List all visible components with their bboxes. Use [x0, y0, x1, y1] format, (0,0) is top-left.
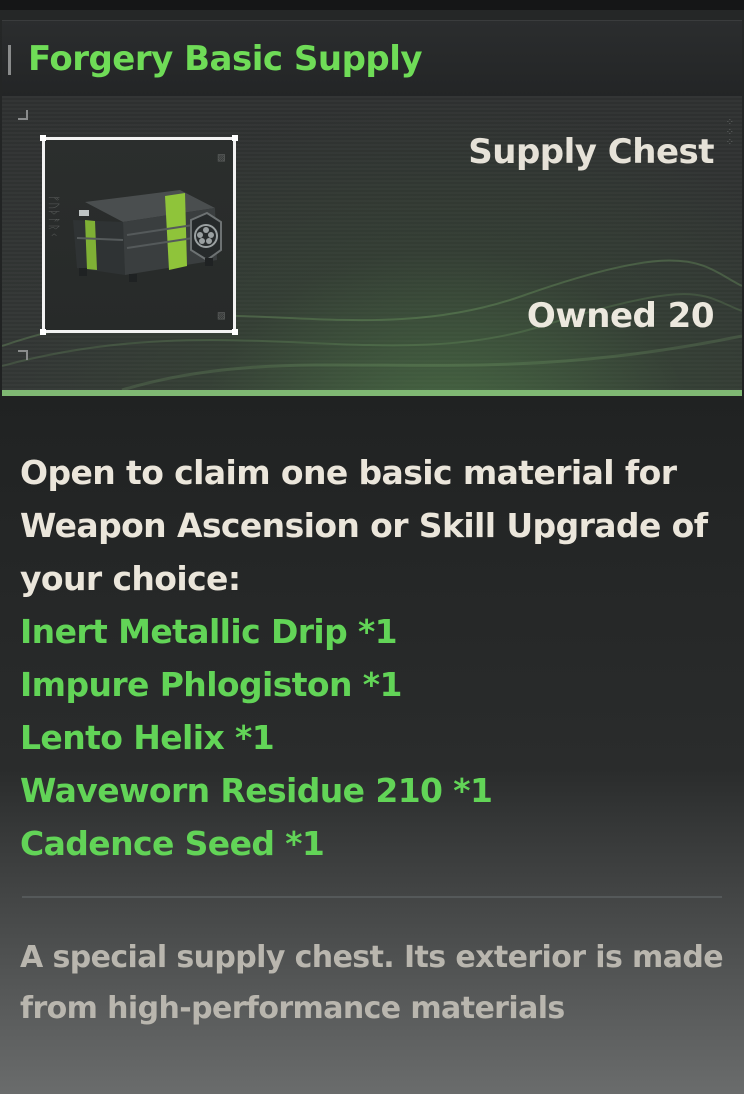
supply-chest-icon: [73, 190, 222, 282]
frame-deco-glyphs: ᚠᚢᚦᚨᚱᚲ: [47, 195, 61, 239]
frame-deco-mark: ▨: [217, 308, 225, 322]
frame-deco-mark: ▨: [217, 150, 225, 164]
title-marker: [8, 45, 11, 75]
material-item: Waveworn Residue 210 *1: [20, 771, 493, 810]
material-item: Inert Metallic Drip *1: [20, 612, 398, 651]
material-list: Inert Metallic Drip *1 Impure Phlogiston…: [20, 605, 720, 870]
decor-dots: ⁘ ⁘ ⁘: [725, 117, 734, 148]
frame-corner: [232, 329, 238, 335]
item-title: Forgery Basic Supply: [28, 39, 423, 79]
item-detail-panel: Forgery Basic Supply ⁘ ⁘ ⁘ ᚠᚢᚦᚨᚱᚲ ▨ ▨ Su…: [0, 0, 744, 1094]
title-bar: Forgery Basic Supply: [2, 20, 742, 97]
material-item: Impure Phlogiston *1: [20, 665, 402, 704]
item-icon-frame: ᚠᚢᚦᚨᚱᚲ ▨ ▨: [40, 135, 238, 335]
item-description: Open to claim one basic material for Wea…: [20, 453, 708, 598]
frame-corner: [40, 135, 46, 141]
flavor-text: A special supply chest. Its exterior is …: [20, 940, 724, 1026]
corner-mark: [18, 350, 28, 352]
frame-corner: [40, 329, 46, 335]
header-accent-line: [2, 390, 742, 396]
divider: [22, 896, 722, 898]
owned-count: Owned 20: [526, 296, 715, 336]
item-type-label: Supply Chest: [468, 132, 714, 172]
corner-mark: [18, 118, 28, 120]
material-item: Cadence Seed *1: [20, 824, 325, 863]
material-item: Lento Helix *1: [20, 718, 275, 757]
frame-corner: [232, 135, 238, 141]
